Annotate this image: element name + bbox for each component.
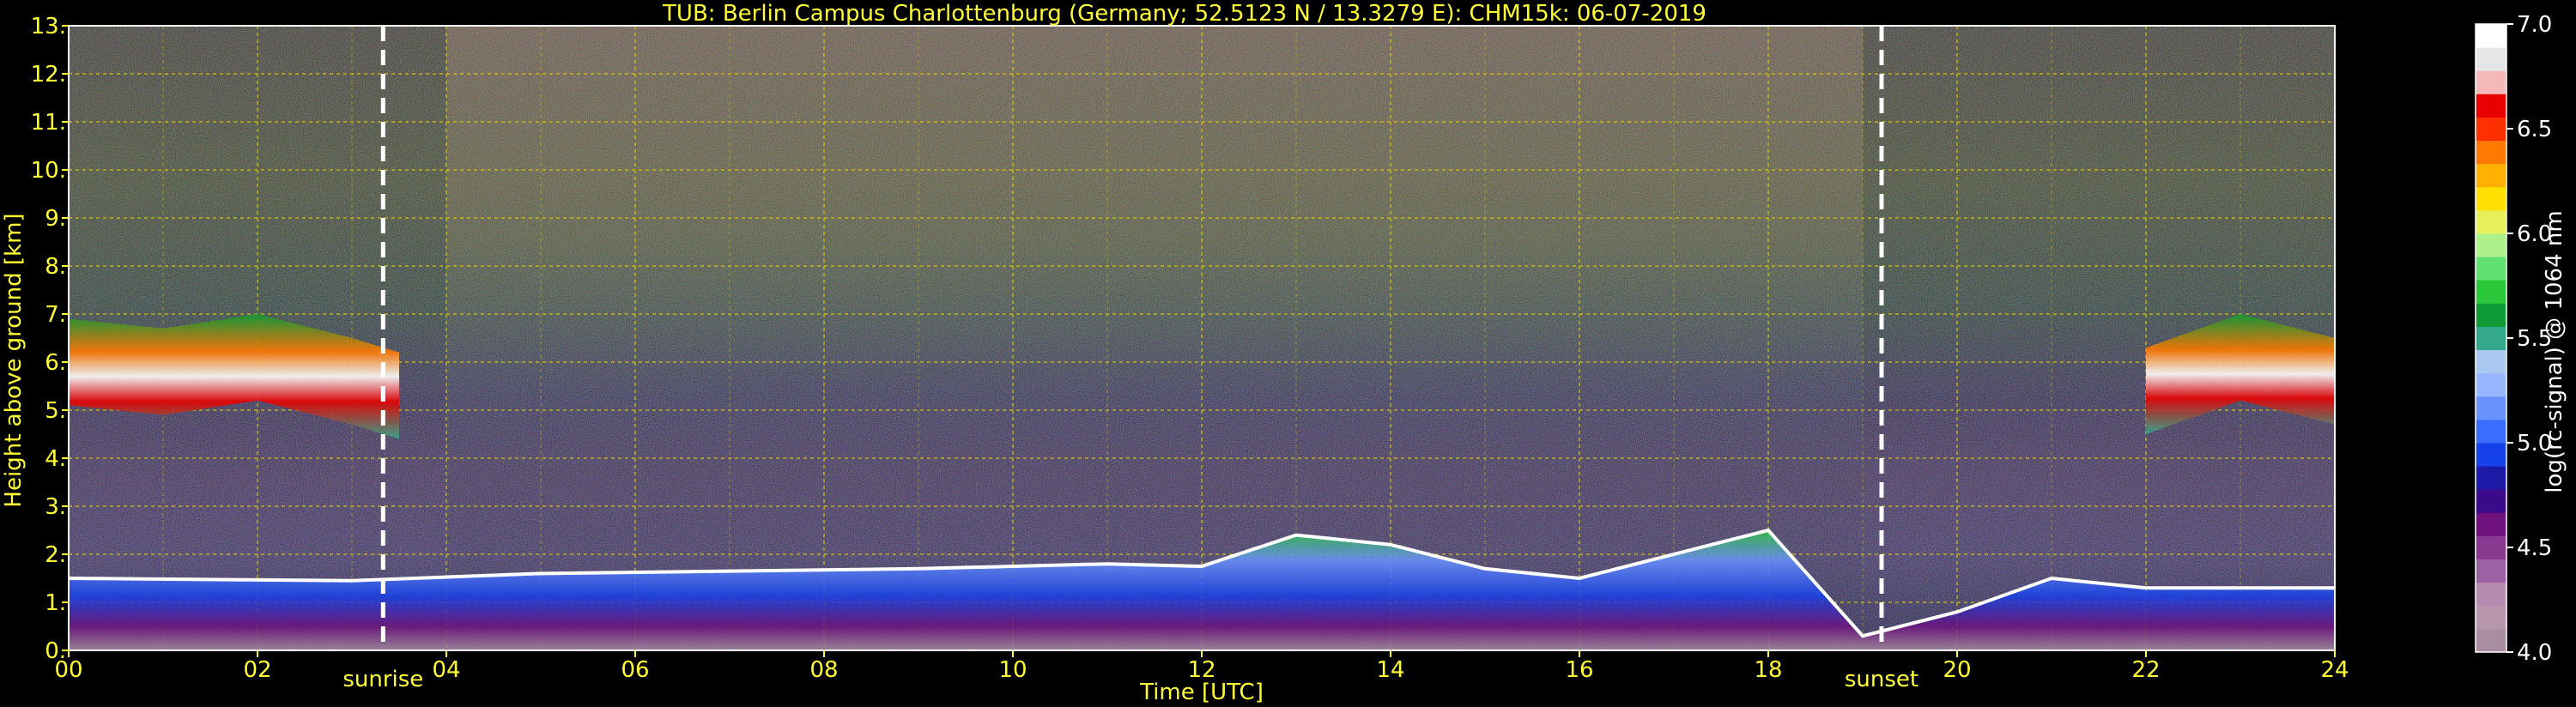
y-tick-label: 0. xyxy=(45,638,66,664)
colorbar-tick-label: 4.5 xyxy=(2517,535,2552,561)
colorbar-segment xyxy=(2476,186,2506,211)
colorbar-label: log(rc-signal) @ 1064 nm xyxy=(2542,210,2567,492)
y-tick-label: 11. xyxy=(31,110,66,136)
colorbar-segment xyxy=(2476,466,2506,490)
y-tick-label: 3. xyxy=(45,494,66,520)
y-tick-label: 2. xyxy=(45,542,66,568)
colorbar-tick-label: 4.0 xyxy=(2517,640,2552,666)
colorbar-segment xyxy=(2476,349,2506,374)
y-tick-label: 6. xyxy=(45,350,66,376)
colorbar: 4.04.55.05.56.06.57.0 xyxy=(2475,12,2552,666)
colorbar-segment xyxy=(2476,559,2506,583)
colorbar-segment xyxy=(2476,257,2506,281)
colorbar-segment xyxy=(2476,419,2506,444)
x-tick-label: 22 xyxy=(2131,657,2160,683)
x-tick-label: 16 xyxy=(1565,657,1593,683)
colorbar-segment xyxy=(2476,47,2506,71)
colorbar-segment xyxy=(2476,70,2506,94)
event-label-sunrise: sunrise xyxy=(342,667,423,692)
colorbar-segment xyxy=(2476,24,2506,48)
colorbar-segment xyxy=(2476,94,2506,118)
colorbar-segment xyxy=(2476,280,2506,304)
y-tick-label: 4. xyxy=(45,446,66,472)
chart-title: TUB: Berlin Campus Charlottenburg (Germa… xyxy=(662,1,1706,27)
colorbar-segment xyxy=(2476,372,2506,397)
colorbar-segment xyxy=(2476,163,2506,188)
x-tick-label: 24 xyxy=(2320,657,2349,683)
event-label-sunset: sunset xyxy=(1845,667,1918,692)
colorbar-segment xyxy=(2476,140,2506,165)
y-tick-label: 9. xyxy=(45,206,66,232)
x-tick-label: 10 xyxy=(998,657,1027,683)
colorbar-segment xyxy=(2476,489,2506,513)
colorbar-segment xyxy=(2476,396,2506,420)
x-tick-label: 08 xyxy=(809,657,838,683)
y-tick-label: 13. xyxy=(31,14,66,39)
y-tick-label: 1. xyxy=(45,590,66,616)
colorbar-segment xyxy=(2476,628,2506,653)
colorbar-segment xyxy=(2476,209,2506,234)
x-tick-label: 20 xyxy=(1943,657,1971,683)
x-axis-label: Time [UTC] xyxy=(1139,680,1264,705)
y-tick-label: 10. xyxy=(31,158,66,184)
colorbar-segment xyxy=(2476,233,2506,257)
x-tick-label: 04 xyxy=(432,657,460,683)
colorbar-segment xyxy=(2476,535,2506,560)
x-tick-label: 14 xyxy=(1376,657,1404,683)
colorbar-segment xyxy=(2476,512,2506,536)
colorbar-tick-label: 7.0 xyxy=(2517,12,2552,38)
colorbar-segment xyxy=(2476,443,2506,467)
y-tick-label: 7. xyxy=(45,302,66,328)
y-tick-label: 5. xyxy=(45,398,66,424)
colorbar-tick-label: 6.5 xyxy=(2517,117,2552,142)
y-tick-label: 12. xyxy=(31,62,66,88)
y-tick-label: 8. xyxy=(45,254,66,280)
colorbar-segment xyxy=(2476,582,2506,607)
x-tick-label: 18 xyxy=(1754,657,1782,683)
colorbar-segment xyxy=(2476,117,2506,142)
colorbar-segment xyxy=(2476,303,2506,327)
x-tick-label: 06 xyxy=(621,657,649,683)
ceilometer-chart: sunrise sunset 00 02 04 06 08 10 12 14 16 18 20 22 24… xyxy=(1,1,2567,705)
y-axis-label: Height above ground [km] xyxy=(1,213,27,507)
colorbar-segment xyxy=(2476,326,2506,351)
colorbar-segment xyxy=(2476,605,2506,630)
x-tick-label: 02 xyxy=(243,657,271,683)
